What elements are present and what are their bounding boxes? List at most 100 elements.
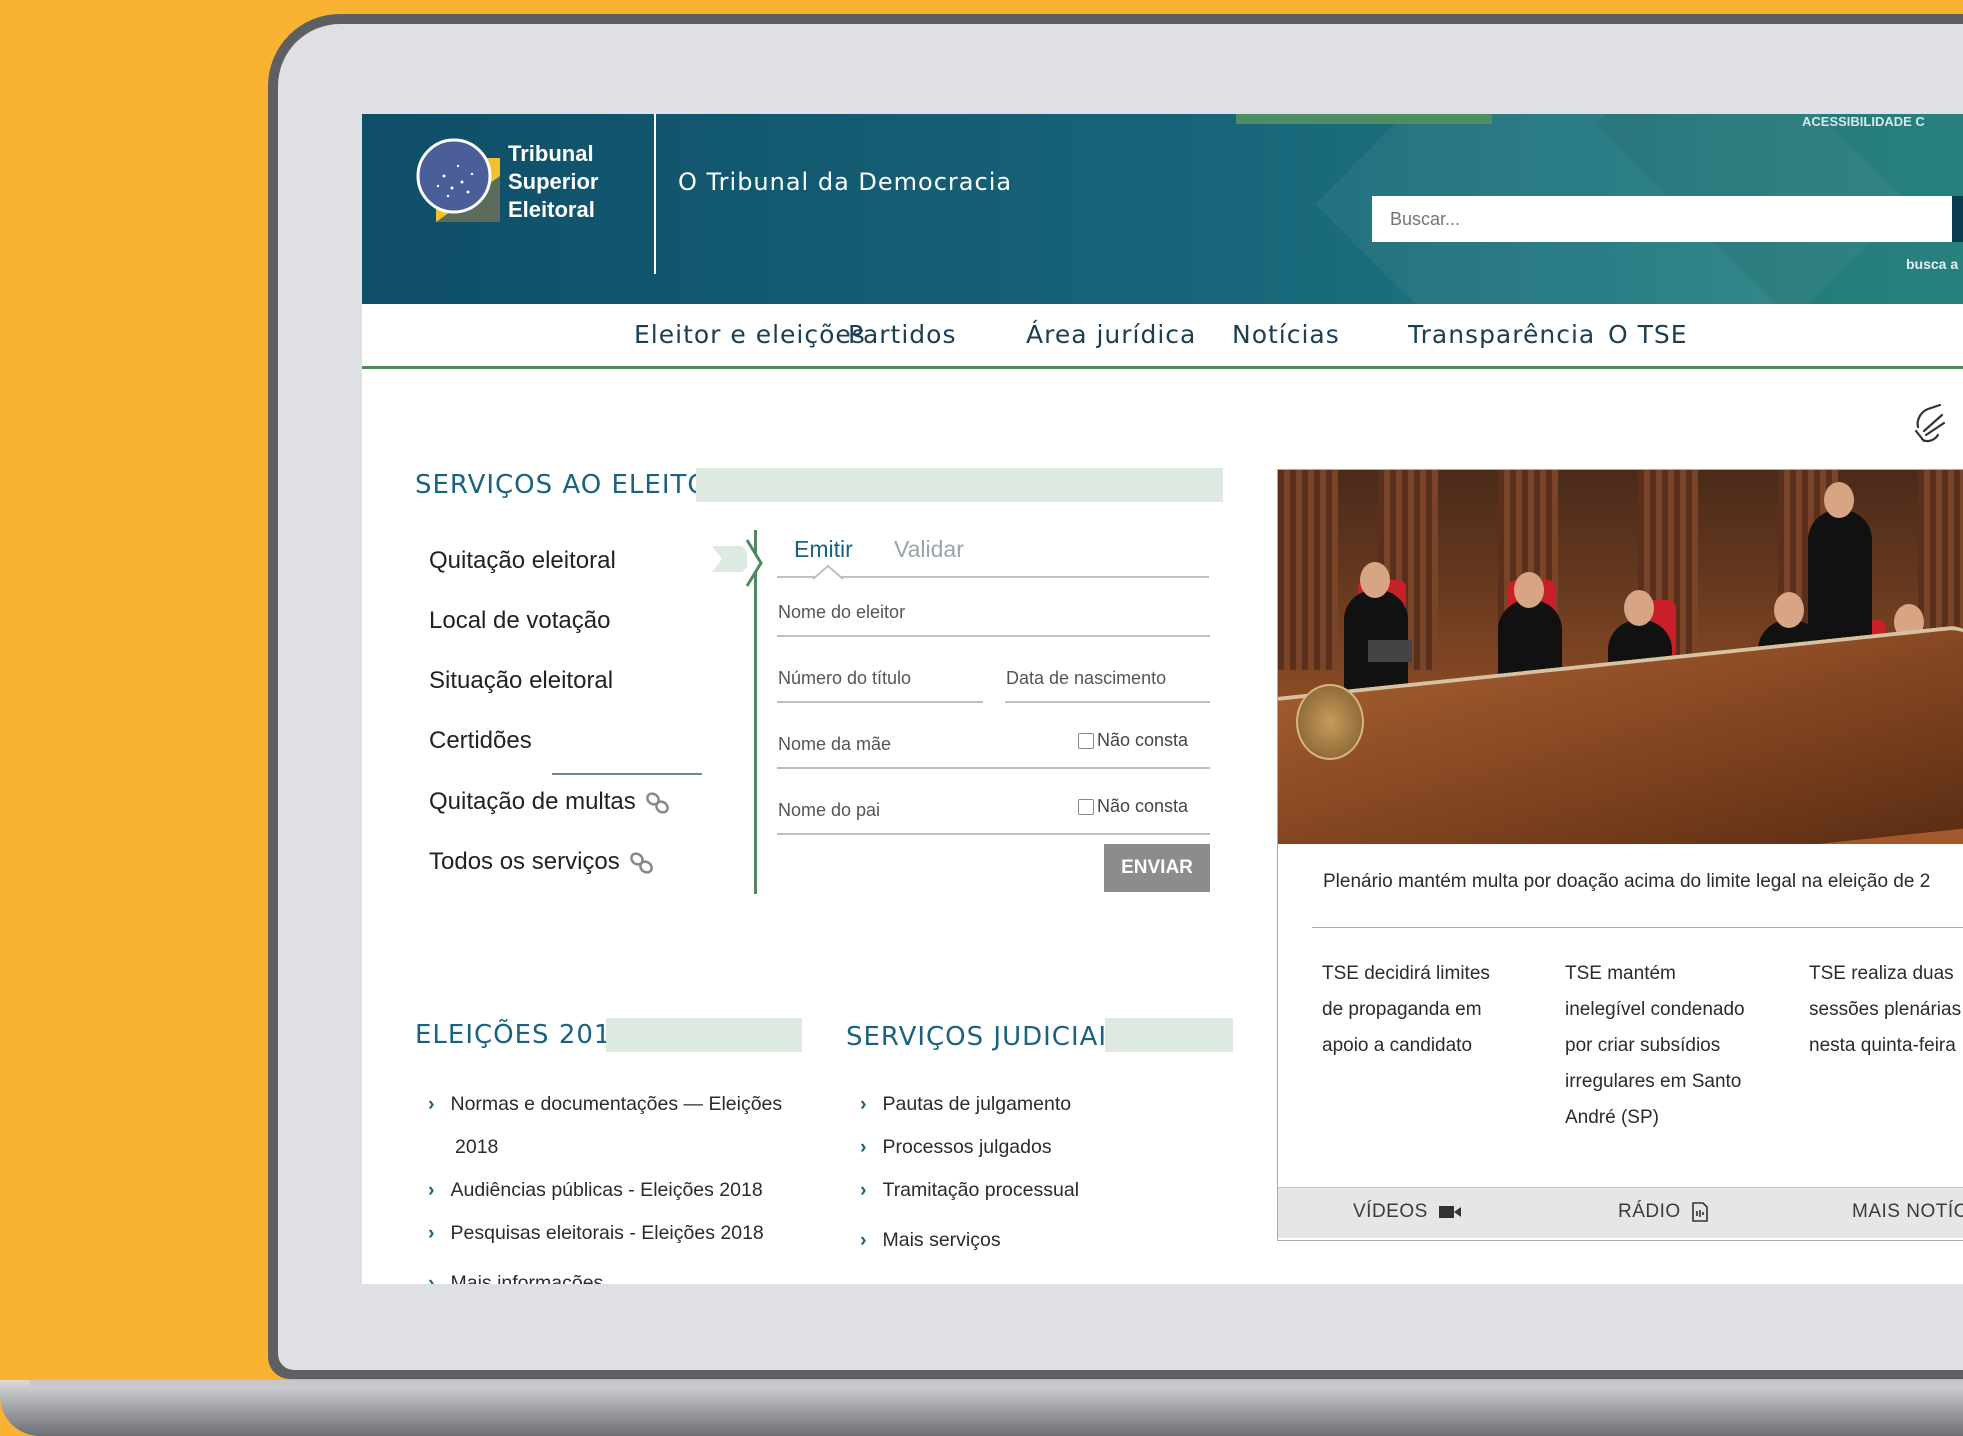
news-item-2[interactable]: TSE mantém inelegível condenado por cria…	[1565, 956, 1755, 1136]
audio-file-icon	[1691, 1202, 1708, 1222]
header-divider	[654, 114, 656, 274]
nao-consta-pai-label: Não consta	[1097, 796, 1189, 816]
radio-link[interactable]: RÁDIO	[1618, 1201, 1709, 1223]
search-input[interactable]	[1372, 196, 1952, 242]
radio-label: RÁDIO	[1618, 1201, 1681, 1222]
news-item-1[interactable]: TSE decidirá limites de propaganda em ap…	[1322, 956, 1512, 1064]
videos-label: VÍDEOS	[1353, 1201, 1428, 1222]
services-title: SERVIÇOS AO ELEITOR	[415, 470, 728, 500]
nao-consta-pai-checkbox[interactable]: Não consta	[1078, 796, 1188, 817]
nav-item-eleitor[interactable]: Eleitor e eleições	[634, 320, 866, 349]
nome-pai-field[interactable]: Nome do pai	[778, 800, 880, 821]
tab-emitir[interactable]: Emitir	[794, 536, 853, 563]
link-icon	[645, 791, 669, 814]
service-quitacao-multas[interactable]: Quitação de multas	[429, 788, 672, 816]
chevron-right-icon: ›	[428, 1222, 435, 1244]
elections-item-label: Normas e documentações — Eleições	[450, 1093, 783, 1115]
more-news-link[interactable]: MAIS NOTÍC	[1852, 1201, 1963, 1223]
logo-line-1: Tribunal	[508, 141, 594, 166]
chevron-right-icon	[745, 539, 763, 587]
nav-underline	[362, 366, 1963, 369]
elections-item-normas-cont[interactable]: 2018	[455, 1136, 498, 1159]
elections-item-label: Audiências públicas - Eleições 2018	[450, 1179, 763, 1201]
service-quitacao-multas-label: Quitação de multas	[429, 788, 636, 815]
news-item-2-line: André (SP)	[1565, 1107, 1659, 1128]
checkbox-box[interactable]	[1078, 798, 1094, 815]
logo-line-3: Eleitoral	[508, 197, 595, 222]
service-todos[interactable]: Todos os serviços	[429, 848, 656, 876]
service-certidoes[interactable]: Certidões	[429, 727, 532, 755]
news-item-1-line: apoio a candidato	[1322, 1035, 1473, 1056]
caption-divider	[1312, 927, 1963, 928]
numero-titulo-underline	[777, 701, 983, 703]
videos-link[interactable]: VÍDEOS	[1353, 1201, 1462, 1223]
tab-validar[interactable]: Validar	[894, 536, 964, 563]
elections-item-audiencias[interactable]: › Audiências públicas - Eleições 2018	[428, 1179, 763, 1202]
data-nascimento-field[interactable]: Data de nascimento	[1006, 668, 1166, 689]
search-button[interactable]	[1952, 196, 1963, 242]
nome-eleitor-field[interactable]: Nome do eleitor	[778, 602, 905, 623]
nav-item-noticias[interactable]: Notícias	[1232, 320, 1340, 349]
service-quitacao-eleitoral[interactable]: Quitação eleitoral	[429, 547, 616, 575]
link-icon	[629, 851, 653, 874]
judicial-item-label: Pautas de julgamento	[882, 1093, 1072, 1115]
nav-item-o-tse[interactable]: O TSE	[1608, 320, 1688, 349]
nome-mae-underline	[777, 767, 1210, 769]
elections-item-mais[interactable]: › Mais informações	[428, 1272, 603, 1284]
chevron-right-icon: ›	[860, 1093, 867, 1115]
chevron-right-icon: ›	[428, 1093, 435, 1115]
nav-item-area-juridica[interactable]: Área jurídica	[1026, 320, 1196, 349]
news-item-2-line: inelegível condenado	[1565, 999, 1745, 1020]
elections-item-pesquisas[interactable]: › Pesquisas eleitorais - Eleições 2018	[428, 1222, 764, 1245]
chevron-right-icon: ›	[428, 1272, 435, 1284]
services-title-bar	[696, 468, 1223, 502]
nav-item-partidos[interactable]: Partidos	[848, 320, 957, 349]
active-tab-caret-icon	[812, 564, 844, 580]
judicial-item-mais[interactable]: › Mais serviços	[860, 1229, 1001, 1252]
elections-item-normas[interactable]: › Normas e documentações — Eleições	[428, 1093, 782, 1116]
libras-hand-icon[interactable]	[1910, 401, 1950, 445]
service-situacao-eleitoral[interactable]: Situação eleitoral	[429, 667, 613, 695]
chevron-right-icon: ›	[860, 1136, 867, 1158]
elections-item-label: Pesquisas eleitorais - Eleições 2018	[450, 1222, 764, 1244]
nome-mae-field[interactable]: Nome da mãe	[778, 734, 891, 755]
services-separator	[552, 773, 702, 775]
nao-consta-mae-checkbox[interactable]: Não consta	[1078, 730, 1188, 751]
tse-logo-icon[interactable]	[414, 136, 504, 226]
browser-viewport: Tribunal Superior Eleitoral O Tribunal d…	[362, 114, 1963, 1284]
judicial-title-bar	[1105, 1018, 1233, 1052]
video-camera-icon	[1438, 1206, 1461, 1218]
judicial-item-label: Processos julgados	[882, 1136, 1052, 1158]
site-tagline: O Tribunal da Democracia	[678, 168, 1013, 196]
judicial-item-pautas[interactable]: › Pautas de julgamento	[860, 1093, 1071, 1116]
checkbox-box[interactable]	[1078, 732, 1094, 749]
judicial-title: SERVIÇOS JUDICIAIS	[846, 1022, 1125, 1052]
logo-line-2: Superior	[508, 169, 599, 194]
accessibility-link[interactable]: ACESSIBILIDADE C	[1802, 114, 1925, 129]
submit-button[interactable]: ENVIAR	[1104, 844, 1210, 892]
news-item-2-line: TSE mantém	[1565, 963, 1676, 984]
nome-pai-underline	[777, 833, 1210, 835]
news-item-3-line: TSE realiza duas	[1809, 963, 1954, 984]
advanced-search-link[interactable]: busca a	[1906, 256, 1958, 272]
judicial-item-label: Mais serviços	[882, 1229, 1001, 1251]
news-item-2-line: irregulares em Santo	[1565, 1071, 1742, 1092]
news-item-3[interactable]: TSE realiza duas sessões plenárias nesta…	[1809, 956, 1963, 1064]
elections-item-label: Mais informações	[450, 1272, 604, 1284]
nav-item-transparencia[interactable]: Transparência	[1408, 320, 1595, 349]
news-caption[interactable]: Plenário mantém multa por doação acima d…	[1323, 871, 1930, 893]
chevron-right-icon: ›	[428, 1179, 435, 1201]
service-todos-label: Todos os serviços	[429, 848, 620, 875]
elections-title: ELEIÇÕES 2018	[415, 1020, 629, 1050]
judicial-item-processos[interactable]: › Processos julgados	[860, 1136, 1052, 1159]
judicial-item-tramitacao[interactable]: › Tramitação processual	[860, 1179, 1079, 1202]
nome-eleitor-underline	[777, 635, 1210, 637]
topbar-banner[interactable]	[1236, 114, 1492, 124]
numero-titulo-field[interactable]: Número do título	[778, 668, 911, 689]
news-photo[interactable]	[1278, 470, 1963, 844]
service-local-votacao[interactable]: Local de votação	[429, 607, 610, 635]
judicial-item-label: Tramitação processual	[882, 1179, 1080, 1201]
laptop-base	[0, 1380, 1963, 1436]
logo-text[interactable]: Tribunal Superior Eleitoral	[508, 140, 598, 224]
elections-title-bar	[606, 1018, 802, 1052]
